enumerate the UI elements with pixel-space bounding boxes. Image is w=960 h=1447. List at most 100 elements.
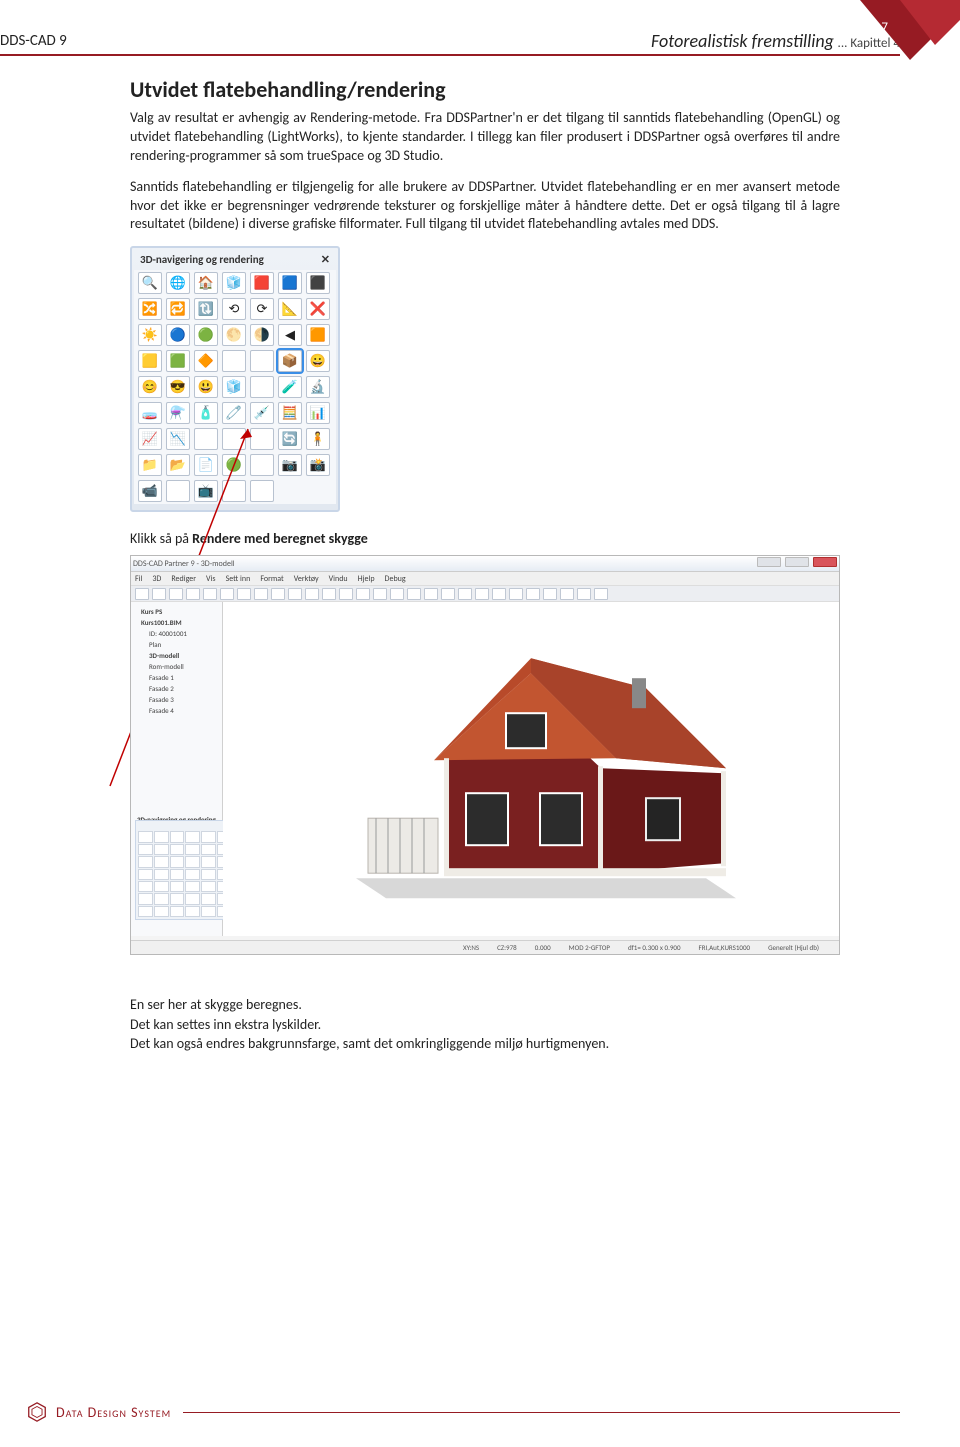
maximize-button[interactable] <box>785 557 809 567</box>
palette-icon[interactable]: ⚗️ <box>166 402 190 424</box>
toolbar-button[interactable] <box>475 588 489 600</box>
tree-item[interactable]: Fasade 4 <box>135 705 218 716</box>
palette-icon[interactable]: 📷 <box>278 454 302 476</box>
palette-icon[interactable]: ◀ <box>278 324 302 346</box>
palette-icon[interactable]: 🟩 <box>166 350 190 372</box>
mini-palette-icon[interactable] <box>201 869 216 880</box>
tree-root[interactable]: Kurs PS <box>135 606 218 617</box>
palette-icon[interactable]: 📈 <box>138 428 162 450</box>
palette-icon[interactable]: 📂 <box>166 454 190 476</box>
palette-icon[interactable]: 🔁 <box>166 298 190 320</box>
menu-item[interactable]: Vindu <box>329 574 348 584</box>
toolbar-button[interactable] <box>458 588 472 600</box>
toolbar-button[interactable] <box>339 588 353 600</box>
palette-icon[interactable]: 📹 <box>138 480 162 502</box>
mini-palette-icon[interactable] <box>170 893 185 904</box>
menu-item[interactable]: Format <box>260 574 283 584</box>
palette-icon[interactable] <box>250 480 274 502</box>
toolbar-button[interactable] <box>543 588 557 600</box>
mini-palette-icon[interactable] <box>185 831 200 842</box>
toolbar-button[interactable] <box>441 588 455 600</box>
toolbar-button[interactable] <box>492 588 506 600</box>
palette-icon[interactable] <box>250 428 274 450</box>
mini-palette-icon[interactable] <box>185 869 200 880</box>
palette-icon[interactable]: 🟥 <box>250 272 274 294</box>
mini-palette-icon[interactable] <box>154 844 169 855</box>
mini-palette-icon[interactable] <box>170 844 185 855</box>
palette-icon[interactable] <box>222 480 246 502</box>
menu-item[interactable]: Hjelp <box>358 574 375 584</box>
palette-icon[interactable]: 🧫 <box>138 402 162 424</box>
palette-icon[interactable]: 😀 <box>306 350 330 372</box>
mini-palette-icon[interactable] <box>154 881 169 892</box>
palette-icon[interactable]: ⟲ <box>222 298 246 320</box>
palette-icon[interactable]: 📄 <box>194 454 218 476</box>
palette-icon[interactable]: 🔬 <box>306 376 330 398</box>
mini-palette-icon[interactable] <box>170 869 185 880</box>
mini-palette-icon[interactable] <box>138 893 153 904</box>
palette-icon[interactable] <box>222 350 246 372</box>
mini-palette-icon[interactable] <box>201 844 216 855</box>
palette-icon[interactable]: 🔀 <box>138 298 162 320</box>
palette-icon[interactable]: 📺 <box>194 480 218 502</box>
close-icon[interactable]: ✕ <box>321 253 330 266</box>
palette-icon[interactable] <box>222 428 246 450</box>
tree-item[interactable]: Rom-modell <box>135 661 218 672</box>
tree-item[interactable]: 3D-modell <box>135 650 218 661</box>
palette-icon[interactable]: 🧴 <box>194 402 218 424</box>
menu-item[interactable]: Sett inn <box>226 574 251 584</box>
toolbar-button[interactable] <box>526 588 540 600</box>
palette-icon[interactable]: 🔍 <box>138 272 162 294</box>
mini-palette-icon[interactable] <box>185 881 200 892</box>
palette-icon[interactable]: 🧊 <box>222 376 246 398</box>
mini-palette-icon[interactable] <box>154 831 169 842</box>
toolbar-button[interactable] <box>424 588 438 600</box>
mini-palette-icon[interactable] <box>185 856 200 867</box>
mini-palette-icon[interactable] <box>138 856 153 867</box>
palette-icon[interactable]: 🧪 <box>278 376 302 398</box>
mini-palette-icon[interactable] <box>154 906 169 917</box>
toolbar-button[interactable] <box>373 588 387 600</box>
palette-icon[interactable]: ⬛ <box>306 272 330 294</box>
palette-icon[interactable]: 🧮 <box>278 402 302 424</box>
palette-icon[interactable]: 😃 <box>194 376 218 398</box>
palette-icon[interactable]: 🟢 <box>194 324 218 346</box>
mini-palette-icon[interactable] <box>138 881 153 892</box>
toolbar-button[interactable] <box>169 588 183 600</box>
palette-icon[interactable]: 😊 <box>138 376 162 398</box>
mini-palette-icon[interactable] <box>154 869 169 880</box>
palette-icon[interactable]: 📁 <box>138 454 162 476</box>
toolbar-button[interactable] <box>390 588 404 600</box>
palette-icon[interactable]: 📦 <box>278 350 302 372</box>
tree-item[interactable]: Fasade 2 <box>135 683 218 694</box>
palette-icon[interactable]: 🟧 <box>306 324 330 346</box>
palette-icon[interactable]: 😎 <box>166 376 190 398</box>
mini-palette-icon[interactable] <box>138 831 153 842</box>
close-button[interactable] <box>813 557 837 567</box>
tree-project[interactable]: Kurs1001.BIM <box>135 617 218 628</box>
palette-icon[interactable]: 🌕 <box>222 324 246 346</box>
palette-icon[interactable]: 🌗 <box>250 324 274 346</box>
mini-palette-icon[interactable] <box>138 869 153 880</box>
mini-palette-icon[interactable] <box>185 844 200 855</box>
palette-icon[interactable]: 🟦 <box>278 272 302 294</box>
palette-icon[interactable] <box>250 454 274 476</box>
menu-item[interactable]: 3D <box>152 574 161 584</box>
palette-icon[interactable] <box>166 480 190 502</box>
toolbar-button[interactable] <box>407 588 421 600</box>
toolbar-button[interactable] <box>577 588 591 600</box>
palette-icon[interactable]: 🧷 <box>222 402 246 424</box>
mini-palette-icon[interactable] <box>138 844 153 855</box>
palette-icon[interactable]: 🟢 <box>222 454 246 476</box>
toolbar-button[interactable] <box>305 588 319 600</box>
menu-item[interactable]: Rediger <box>171 574 196 584</box>
palette-icon[interactable] <box>194 428 218 450</box>
tree-item[interactable]: Fasade 1 <box>135 672 218 683</box>
palette-icon[interactable]: 🧍 <box>306 428 330 450</box>
mini-palette-icon[interactable] <box>138 906 153 917</box>
palette-icon[interactable]: 🔵 <box>166 324 190 346</box>
toolbar-button[interactable] <box>594 588 608 600</box>
palette-icon[interactable]: 💉 <box>250 402 274 424</box>
palette-icon[interactable]: 🔶 <box>194 350 218 372</box>
menu-item[interactable]: Fil <box>135 574 142 584</box>
